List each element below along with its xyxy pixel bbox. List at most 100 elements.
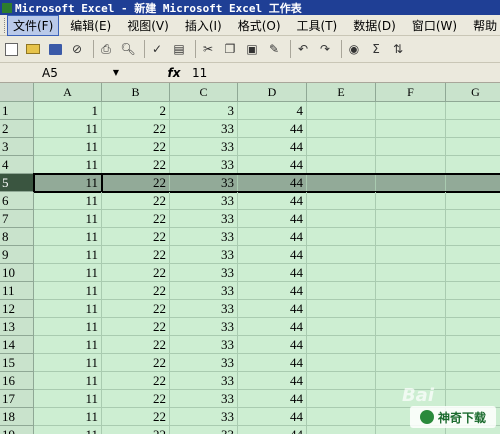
cell-b7[interactable]: 22	[102, 210, 170, 228]
open-icon[interactable]	[24, 40, 42, 58]
column-header-a[interactable]: A	[34, 83, 102, 102]
cell-d1[interactable]: 4	[238, 102, 307, 120]
cell-a18[interactable]: 11	[34, 408, 102, 426]
row-header[interactable]: 2	[0, 120, 34, 138]
cell-e6[interactable]	[307, 192, 376, 210]
cell-g5[interactable]	[446, 174, 500, 192]
cell-d7[interactable]: 44	[238, 210, 307, 228]
row-header[interactable]: 10	[0, 264, 34, 282]
cell-c18[interactable]: 33	[170, 408, 238, 426]
formula-input[interactable]: 11	[192, 66, 207, 80]
cell-g10[interactable]	[446, 264, 500, 282]
print-icon[interactable]: ⎙	[97, 40, 115, 58]
menu-help[interactable]: 帮助	[468, 16, 500, 35]
cell-d17[interactable]: 44	[238, 390, 307, 408]
sort-ascending-icon[interactable]: ⇅	[389, 40, 407, 58]
cell-a11[interactable]: 11	[34, 282, 102, 300]
cell-b12[interactable]: 22	[102, 300, 170, 318]
cell-c4[interactable]: 33	[170, 156, 238, 174]
cell-d18[interactable]: 44	[238, 408, 307, 426]
cell-d5[interactable]: 44	[238, 174, 307, 192]
cell-d2[interactable]: 44	[238, 120, 307, 138]
autosum-icon[interactable]: Σ	[367, 40, 385, 58]
cell-c3[interactable]: 33	[170, 138, 238, 156]
menu-tools[interactable]: 工具(T)	[292, 16, 343, 35]
cell-f2[interactable]	[376, 120, 446, 138]
cell-c9[interactable]: 33	[170, 246, 238, 264]
cell-f8[interactable]	[376, 228, 446, 246]
cell-c19[interactable]: 33	[170, 426, 238, 434]
cell-e15[interactable]	[307, 354, 376, 372]
cell-e13[interactable]	[307, 318, 376, 336]
cell-e14[interactable]	[307, 336, 376, 354]
cell-g6[interactable]	[446, 192, 500, 210]
new-icon[interactable]	[2, 40, 20, 58]
cell-a10[interactable]: 11	[34, 264, 102, 282]
row-header[interactable]: 12	[0, 300, 34, 318]
menu-window[interactable]: 窗口(W)	[407, 16, 462, 35]
cell-a7[interactable]: 11	[34, 210, 102, 228]
hyperlink-icon[interactable]: ◉	[345, 40, 363, 58]
format-painter-icon[interactable]: ✎	[265, 40, 283, 58]
cell-f1[interactable]	[376, 102, 446, 120]
column-header-d[interactable]: D	[238, 83, 307, 102]
cell-e3[interactable]	[307, 138, 376, 156]
row-header[interactable]: 7	[0, 210, 34, 228]
save-icon[interactable]	[46, 40, 64, 58]
cell-d19[interactable]: 44	[238, 426, 307, 434]
fx-icon[interactable]: fx	[160, 66, 188, 80]
cell-d8[interactable]: 44	[238, 228, 307, 246]
cell-e9[interactable]	[307, 246, 376, 264]
cell-b6[interactable]: 22	[102, 192, 170, 210]
cell-b8[interactable]: 22	[102, 228, 170, 246]
cell-d14[interactable]: 44	[238, 336, 307, 354]
cell-e10[interactable]	[307, 264, 376, 282]
cell-c13[interactable]: 33	[170, 318, 238, 336]
copy-icon[interactable]: ❐	[221, 40, 239, 58]
cell-b15[interactable]: 22	[102, 354, 170, 372]
cell-e1[interactable]	[307, 102, 376, 120]
undo-icon[interactable]: ↶	[294, 40, 312, 58]
menu-format[interactable]: 格式(O)	[233, 16, 286, 35]
cell-e16[interactable]	[307, 372, 376, 390]
cell-g11[interactable]	[446, 282, 500, 300]
cell-g3[interactable]	[446, 138, 500, 156]
cell-c16[interactable]: 33	[170, 372, 238, 390]
cut-icon[interactable]: ✂	[199, 40, 217, 58]
column-header-f[interactable]: F	[376, 83, 446, 102]
cell-b14[interactable]: 22	[102, 336, 170, 354]
cell-c15[interactable]: 33	[170, 354, 238, 372]
menubar-grip-icon[interactable]	[4, 17, 5, 33]
research-icon[interactable]: ▤	[170, 40, 188, 58]
cell-e17[interactable]	[307, 390, 376, 408]
cell-g15[interactable]	[446, 354, 500, 372]
row-header[interactable]: 13	[0, 318, 34, 336]
row-header[interactable]: 8	[0, 228, 34, 246]
cell-g9[interactable]	[446, 246, 500, 264]
row-header[interactable]: 3	[0, 138, 34, 156]
row-header[interactable]: 15	[0, 354, 34, 372]
cell-f12[interactable]	[376, 300, 446, 318]
row-header[interactable]: 19	[0, 426, 34, 434]
cell-g14[interactable]	[446, 336, 500, 354]
column-header-e[interactable]: E	[307, 83, 376, 102]
cell-g16[interactable]	[446, 372, 500, 390]
cell-b3[interactable]: 22	[102, 138, 170, 156]
cell-g7[interactable]	[446, 210, 500, 228]
cell-a8[interactable]: 11	[34, 228, 102, 246]
cell-a15[interactable]: 11	[34, 354, 102, 372]
cell-a2[interactable]: 11	[34, 120, 102, 138]
cell-e18[interactable]	[307, 408, 376, 426]
cell-a5[interactable]: 11	[34, 174, 102, 192]
cell-f15[interactable]	[376, 354, 446, 372]
cell-g1[interactable]	[446, 102, 500, 120]
cell-a4[interactable]: 11	[34, 156, 102, 174]
cell-c12[interactable]: 33	[170, 300, 238, 318]
cell-c17[interactable]: 33	[170, 390, 238, 408]
cell-d4[interactable]: 44	[238, 156, 307, 174]
cell-d13[interactable]: 44	[238, 318, 307, 336]
name-box[interactable]: A5	[2, 64, 100, 81]
cell-f13[interactable]	[376, 318, 446, 336]
cell-b13[interactable]: 22	[102, 318, 170, 336]
cell-e2[interactable]	[307, 120, 376, 138]
